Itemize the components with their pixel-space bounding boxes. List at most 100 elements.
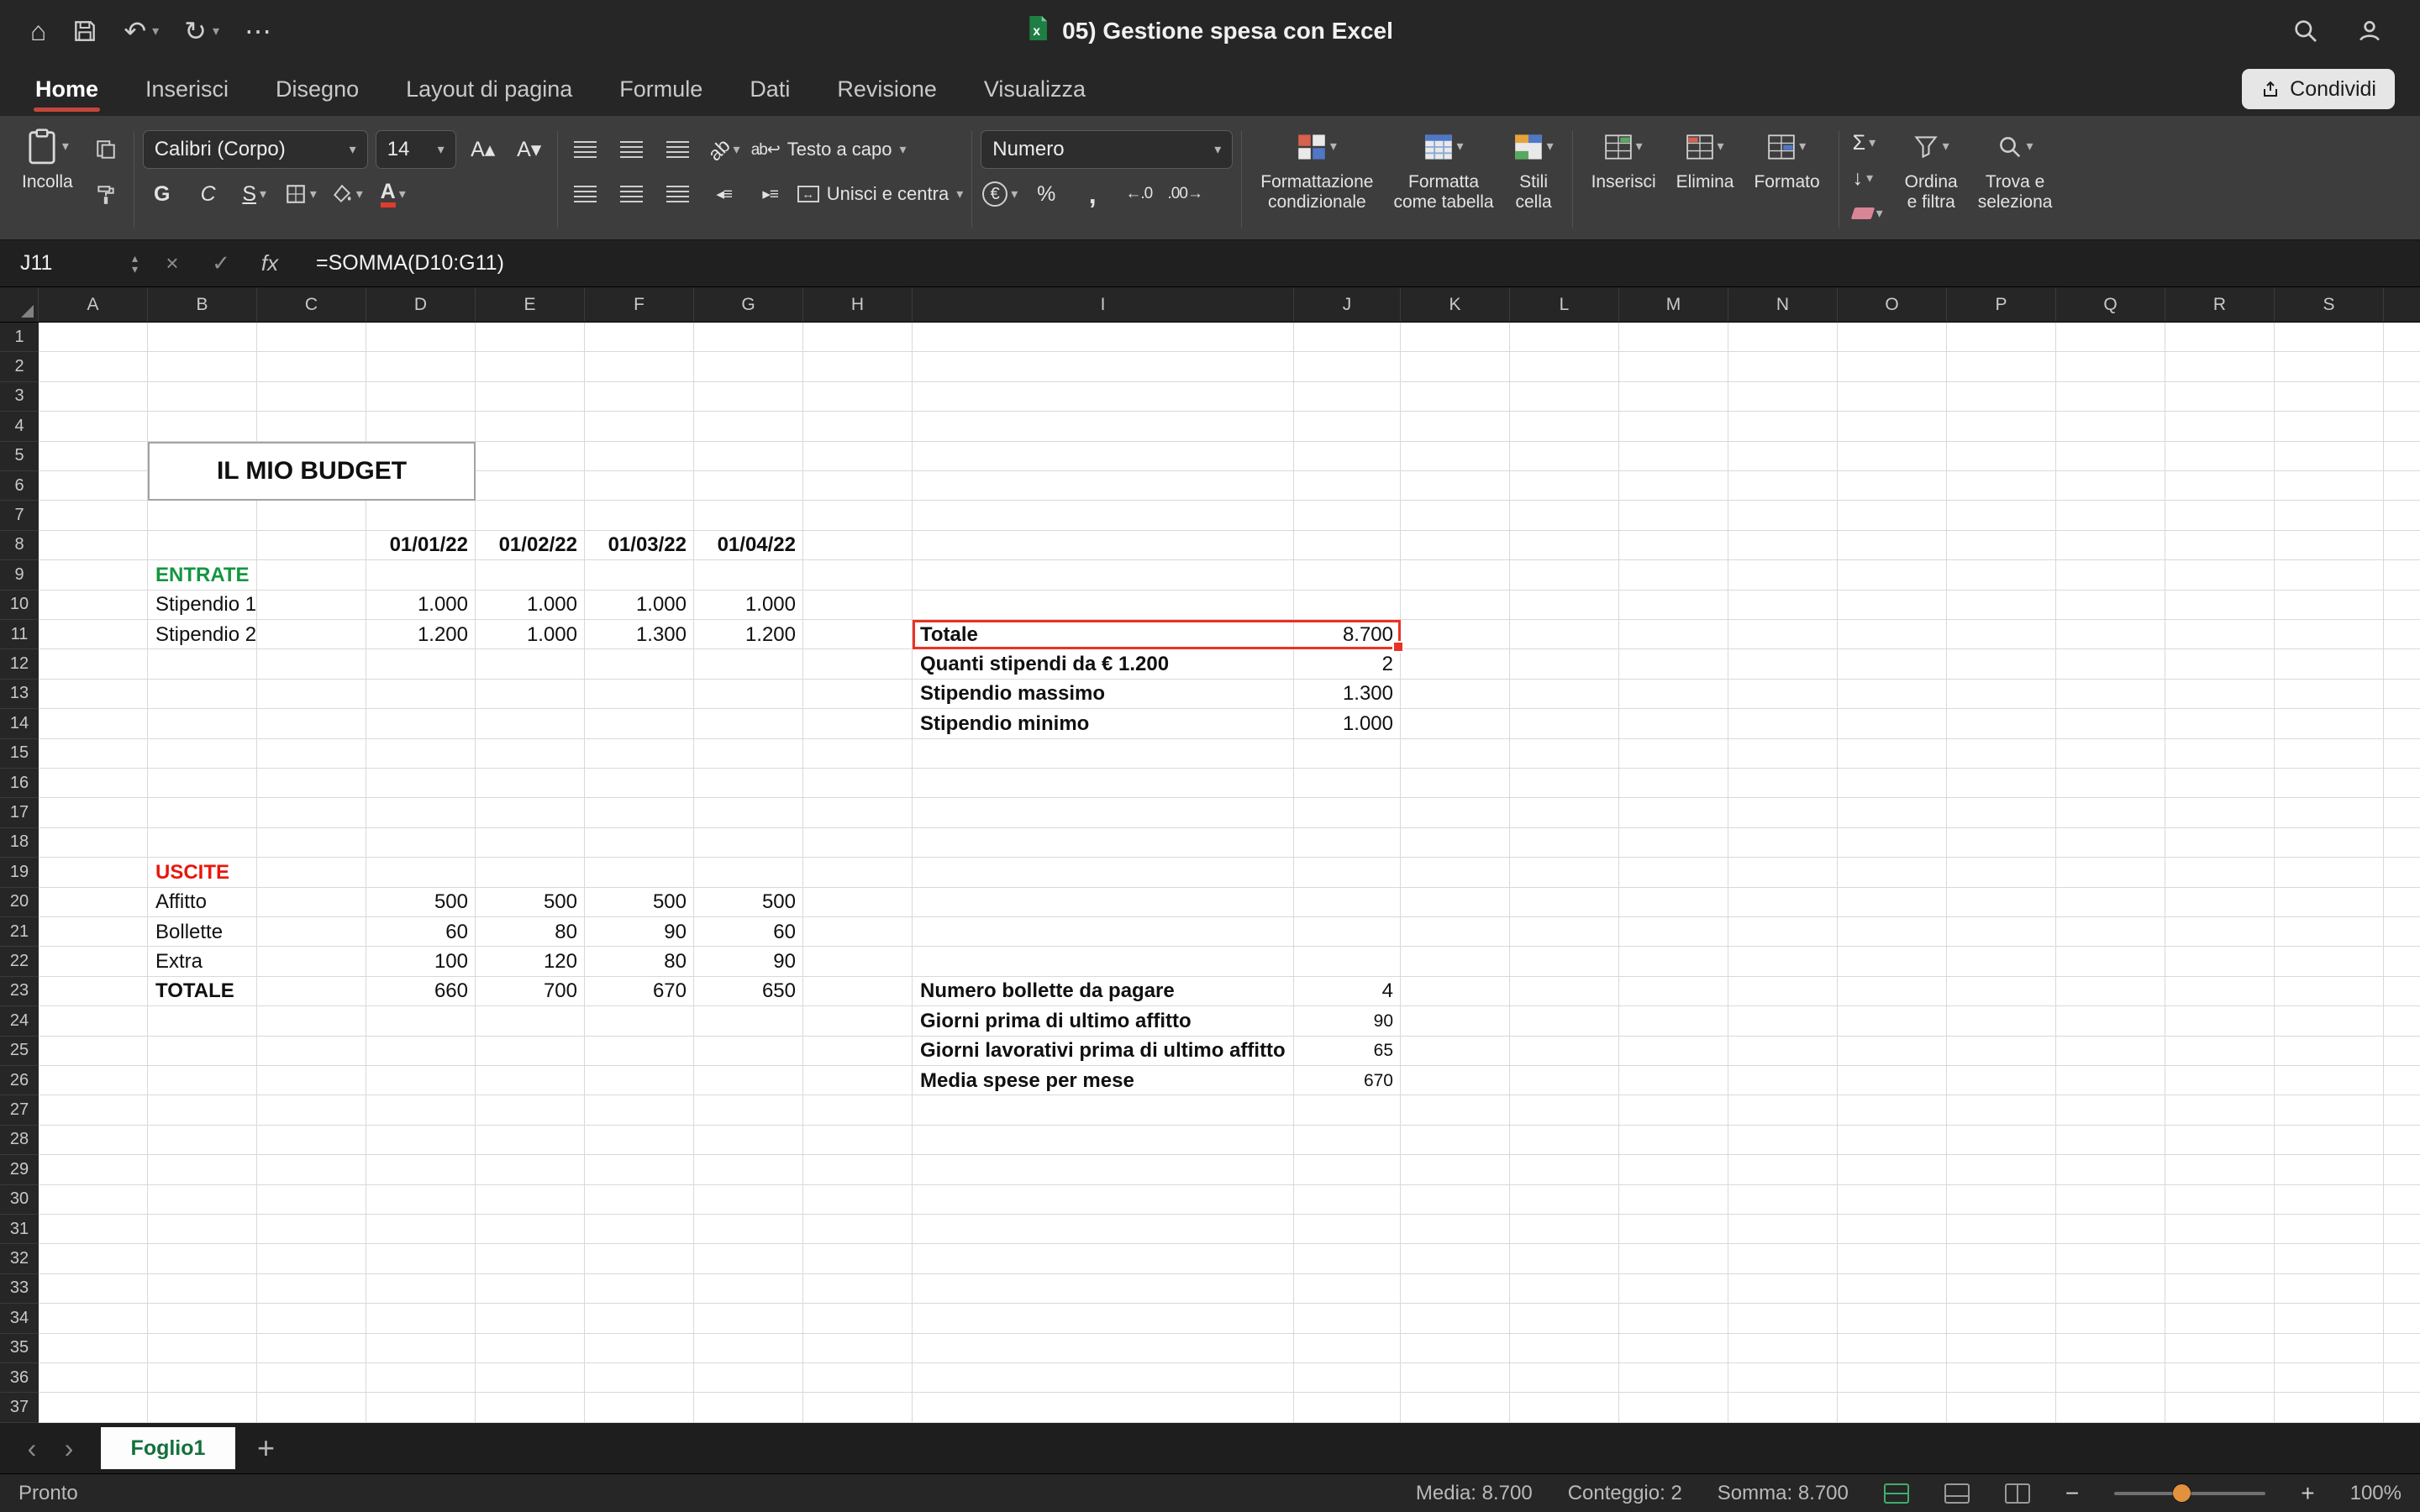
cell-F20[interactable]: 500 <box>585 888 694 917</box>
column-header-E[interactable]: E <box>476 287 585 322</box>
row-header-6[interactable]: 6 <box>0 471 39 501</box>
row-header-36[interactable]: 36 <box>0 1363 39 1393</box>
column-header-J[interactable]: J <box>1294 287 1401 322</box>
cell-I25[interactable]: Giorni lavorativi prima di ultimo affitt… <box>913 1037 1294 1066</box>
more-actions-icon[interactable]: ⋯ <box>245 15 271 47</box>
column-header-K[interactable]: K <box>1401 287 1510 322</box>
row-header-32[interactable]: 32 <box>0 1244 39 1273</box>
align-bottom-icon[interactable] <box>659 130 697 169</box>
autosum-button[interactable]: Σ▾ <box>1848 126 1895 160</box>
percent-style-icon[interactable]: % <box>1027 175 1065 213</box>
cell-I14[interactable]: Stipendio minimo <box>913 709 1294 738</box>
cell-G11[interactable]: 1.200 <box>694 620 803 649</box>
cell-J26[interactable]: 670 <box>1294 1066 1401 1095</box>
row-header-19[interactable]: 19 <box>0 858 39 887</box>
page-break-view-icon[interactable] <box>2005 1483 2030 1504</box>
cell-I12[interactable]: Quanti stipendi da € 1.200 <box>913 649 1294 679</box>
cancel-icon[interactable]: × <box>148 250 197 276</box>
redo-control[interactable]: ↻▾ <box>184 15 219 47</box>
copy-icon[interactable] <box>87 130 125 169</box>
row-header-5[interactable]: 5 <box>0 442 39 471</box>
cell-J11[interactable]: 8.700 <box>1294 620 1401 649</box>
cell-F8[interactable]: 01/03/22 <box>585 531 694 560</box>
row-header-2[interactable]: 2 <box>0 352 39 381</box>
insert-cells-button[interactable]: ▾ Inserisci <box>1581 124 1666 196</box>
cell-I23[interactable]: Numero bollette da pagare <box>913 977 1294 1006</box>
cell-G20[interactable]: 500 <box>694 888 803 917</box>
cell-G23[interactable]: 650 <box>694 977 803 1006</box>
decrease-decimal-icon[interactable]: .00→ <box>1165 175 1204 213</box>
insert-function-icon[interactable]: fx <box>245 250 294 276</box>
sheet-nav-right-icon[interactable]: › <box>50 1433 87 1464</box>
row-header-27[interactable]: 27 <box>0 1095 39 1125</box>
column-header-I[interactable]: I <box>913 287 1294 322</box>
column-header-A[interactable]: A <box>39 287 148 322</box>
name-box[interactable]: J11 ▴▾ <box>0 240 148 286</box>
tab-revisione[interactable]: Revisione <box>813 62 960 116</box>
borders-button[interactable]: ▾ <box>281 175 320 213</box>
row-header-10[interactable]: 10 <box>0 591 39 620</box>
row-header-8[interactable]: 8 <box>0 531 39 560</box>
row-header-30[interactable]: 30 <box>0 1185 39 1215</box>
cell-E10[interactable]: 1.000 <box>476 591 585 620</box>
column-header-O[interactable]: O <box>1838 287 1947 322</box>
row-header-21[interactable]: 21 <box>0 917 39 947</box>
clear-button[interactable]: ▾ <box>1848 197 1895 230</box>
cell-I11[interactable]: Totale <box>913 620 1294 649</box>
row-header-23[interactable]: 23 <box>0 977 39 1006</box>
row-header-24[interactable]: 24 <box>0 1006 39 1036</box>
row-header-35[interactable]: 35 <box>0 1334 39 1363</box>
tab-visualizza[interactable]: Visualizza <box>960 62 1109 116</box>
font-color-button[interactable]: A▾ <box>374 175 413 213</box>
cell-J24[interactable]: 90 <box>1294 1006 1401 1036</box>
row-header-26[interactable]: 26 <box>0 1066 39 1095</box>
column-header-M[interactable]: M <box>1619 287 1728 322</box>
tab-disegno[interactable]: Disegno <box>252 62 382 116</box>
row-header-15[interactable]: 15 <box>0 739 39 769</box>
name-box-spinner[interactable]: ▴▾ <box>132 253 138 275</box>
cell-I13[interactable]: Stipendio massimo <box>913 680 1294 709</box>
page-layout-view-icon[interactable] <box>1944 1483 1970 1504</box>
cell-B11[interactable]: Stipendio 2 <box>148 620 257 649</box>
cell-D21[interactable]: 60 <box>366 917 476 947</box>
cell-J14[interactable]: 1.000 <box>1294 709 1401 738</box>
cell-B23[interactable]: TOTALE <box>148 977 257 1006</box>
zoom-in-icon[interactable]: + <box>2301 1480 2314 1507</box>
cell-D11[interactable]: 1.200 <box>366 620 476 649</box>
row-header-34[interactable]: 34 <box>0 1304 39 1333</box>
row-header-12[interactable]: 12 <box>0 649 39 679</box>
home-icon[interactable]: ⌂ <box>30 16 46 47</box>
sheet-grid[interactable]: 1234567891011121314151617181920212223242… <box>0 323 2420 1423</box>
row-header-11[interactable]: 11 <box>0 620 39 649</box>
cell-B19[interactable]: USCITE <box>148 858 257 887</box>
normal-view-icon[interactable] <box>1884 1483 1909 1504</box>
undo-icon[interactable]: ↶ <box>124 15 146 47</box>
cell-E8[interactable]: 01/02/22 <box>476 531 585 560</box>
cell-D10[interactable]: 1.000 <box>366 591 476 620</box>
column-header-P[interactable]: P <box>1947 287 2056 322</box>
column-header-C[interactable]: C <box>257 287 366 322</box>
row-header-7[interactable]: 7 <box>0 501 39 530</box>
row-header-37[interactable]: 37 <box>0 1393 39 1422</box>
cell-E23[interactable]: 700 <box>476 977 585 1006</box>
increase-decimal-icon[interactable]: ←.0 <box>1119 175 1158 213</box>
tab-formule[interactable]: Formule <box>596 62 726 116</box>
formula-input[interactable]: =SOMMA(D10:G11) <box>294 251 504 276</box>
column-header-N[interactable]: N <box>1728 287 1838 322</box>
cell-G8[interactable]: 01/04/22 <box>694 531 803 560</box>
align-top-icon[interactable] <box>566 130 605 169</box>
align-left-icon[interactable] <box>566 175 605 213</box>
row-header-3[interactable]: 3 <box>0 382 39 412</box>
fill-color-button[interactable]: ▾ <box>328 175 366 213</box>
row-header-33[interactable]: 33 <box>0 1274 39 1304</box>
cell-J13[interactable]: 1.300 <box>1294 680 1401 709</box>
cell-B20[interactable]: Affitto <box>148 888 257 917</box>
cell-E21[interactable]: 80 <box>476 917 585 947</box>
increase-font-icon[interactable]: A▴ <box>464 130 502 169</box>
wrap-text-button[interactable]: ab↩ Testo a capo ▾ <box>751 130 907 169</box>
increase-indent-icon[interactable]: ▸≡ <box>751 175 790 213</box>
cell-D8[interactable]: 01/01/22 <box>366 531 476 560</box>
cell-I24[interactable]: Giorni prima di ultimo affitto <box>913 1006 1294 1036</box>
format-painter-icon[interactable] <box>87 176 125 214</box>
search-icon[interactable] <box>2292 18 2319 45</box>
